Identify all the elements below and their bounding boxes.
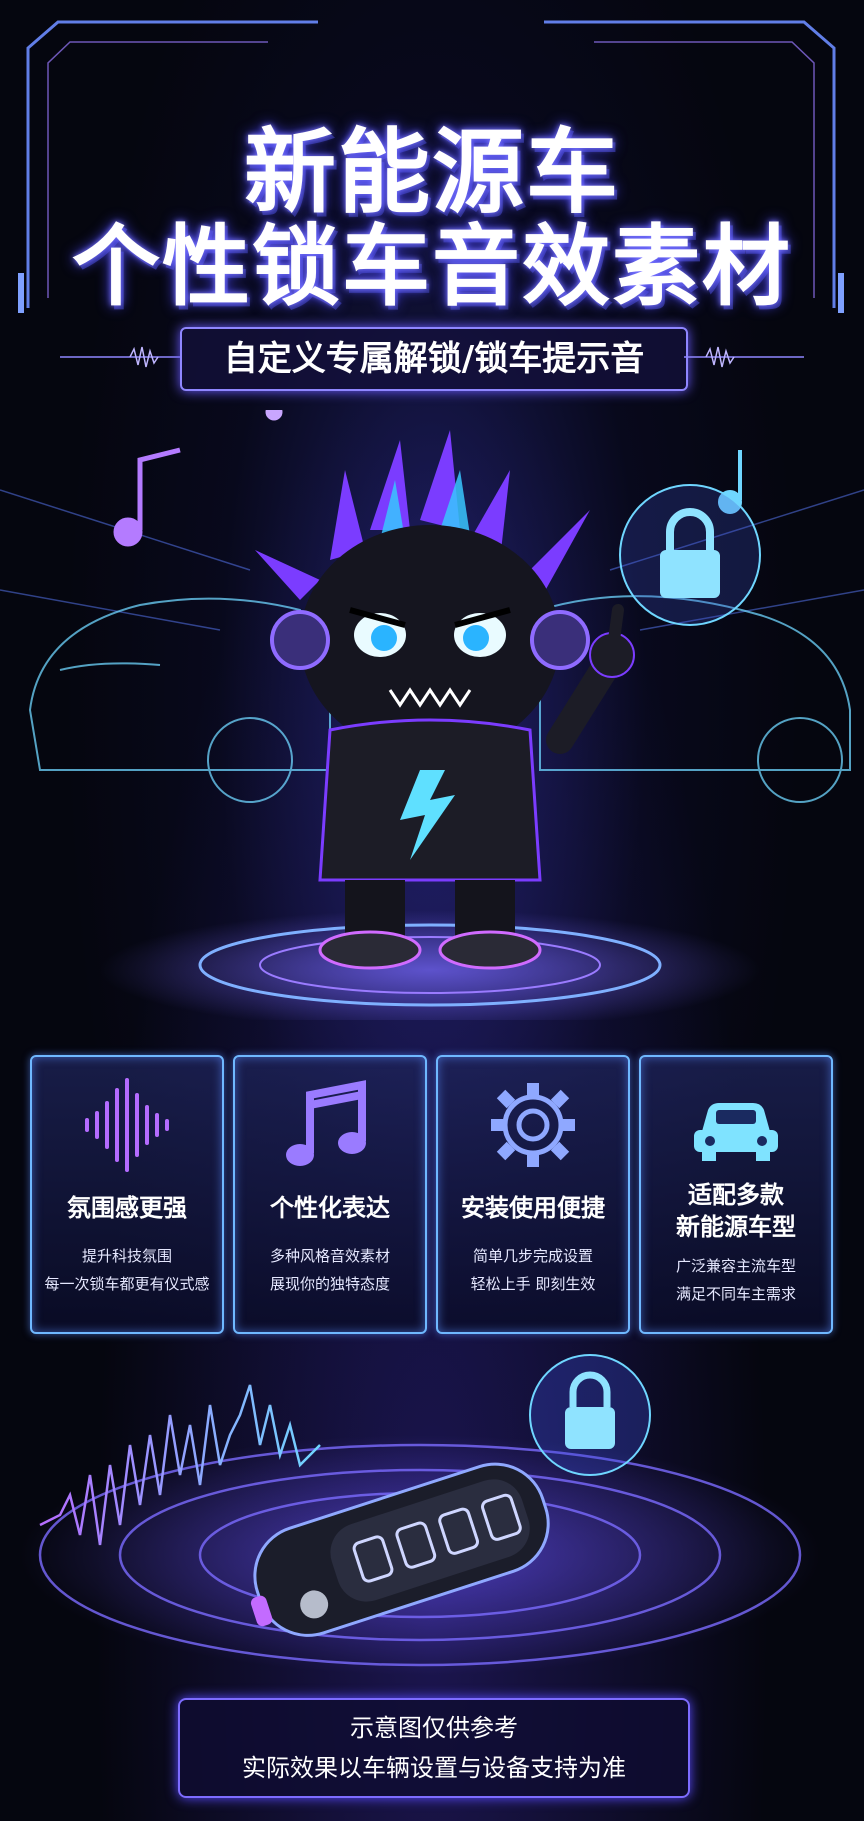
key-fob-illustration — [20, 1354, 820, 1675]
feature-title-line1: 适配多款 — [688, 1181, 784, 1209]
feature-title: 安装使用便捷 — [461, 1194, 605, 1222]
car-icon — [694, 1103, 778, 1161]
disclaimer-line2: 实际效果以车辆设置与设备支持为准 — [242, 1754, 626, 1782]
right-wave-deco — [684, 346, 804, 368]
feature-desc-line1: 广泛兼容主流车型 — [675, 1257, 796, 1275]
sound-wave-right — [638, 650, 726, 800]
mascot-character — [255, 430, 635, 970]
lock-icon — [619, 484, 761, 626]
feature-cards: 氛围感更强 提升科技氛围 每一次锁车都更有仪式感 个性化表达 多种风格音效素材 … — [30, 1055, 834, 1334]
feature-card-compatibility: 适配多款 新能源车型 广泛兼容主流车型 满足不同车主需求 — [639, 1055, 833, 1334]
feature-desc-line1: 简单几步完成设置 — [472, 1247, 593, 1265]
poster: 新能源车 个性锁车音效素材 自定义专属解锁/锁车提示音 氛围感更强 提升科技氛围… — [0, 0, 864, 1821]
music-note-icon — [113, 447, 181, 547]
feature-desc-line2: 轻松上手 即刻生效 — [470, 1275, 596, 1293]
feature-title-line2: 新能源车型 — [676, 1213, 796, 1241]
title-line-2: 个性锁车音效素材 — [71, 215, 792, 318]
left-wave-deco — [60, 346, 180, 368]
feature-title: 氛围感更强 — [67, 1194, 187, 1222]
subtitle-badge: 自定义专属解锁/锁车提示音 — [180, 327, 688, 391]
feature-title: 个性化表达 — [270, 1194, 390, 1222]
gear-icon — [491, 1083, 575, 1167]
feature-desc-line2: 展现你的独特态度 — [269, 1275, 390, 1293]
disclaimer-line1: 示意图仅供参考 — [350, 1714, 518, 1742]
feature-desc-line2: 满足不同车主需求 — [675, 1285, 796, 1303]
feature-desc-line2: 每一次锁车都更有仪式感 — [44, 1275, 210, 1293]
hero-illustration — [0, 410, 864, 1020]
music-note-icon — [265, 410, 283, 421]
music-note-icon — [286, 1080, 366, 1166]
feature-card-personalization: 个性化表达 多种风格音效素材 展现你的独特态度 — [233, 1055, 427, 1334]
feature-card-atmosphere: 氛围感更强 提升科技氛围 每一次锁车都更有仪式感 — [30, 1055, 224, 1334]
disclaimer-box: 示意图仅供参考 实际效果以车辆设置与设备支持为准 — [178, 1698, 690, 1798]
feature-desc-line1: 多种风格音效素材 — [269, 1247, 390, 1265]
sound-wave-icon — [85, 1078, 169, 1172]
feature-card-easy-install: 安装使用便捷 简单几步完成设置 轻松上手 即刻生效 — [436, 1055, 630, 1334]
sound-wave-left — [58, 650, 158, 800]
feature-desc-line1: 提升科技氛围 — [81, 1247, 172, 1265]
lock-icon — [529, 1354, 651, 1476]
